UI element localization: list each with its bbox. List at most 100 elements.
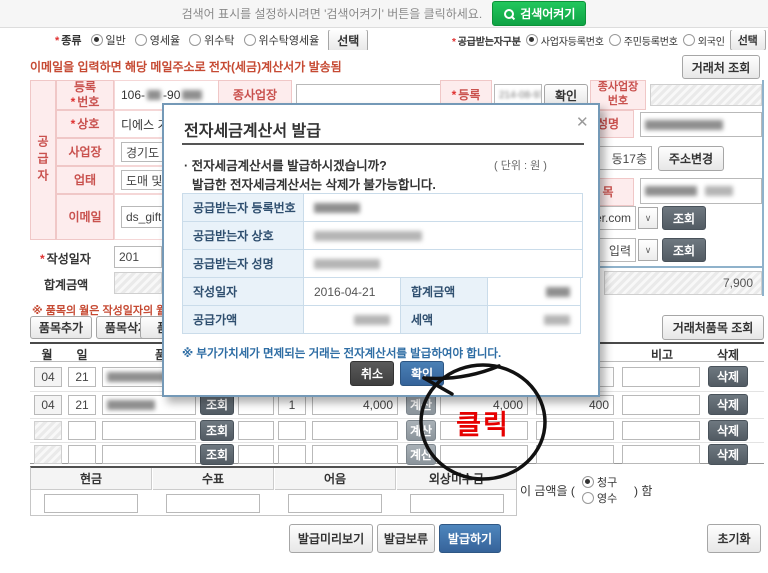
item4-name-input[interactable] [102, 445, 196, 464]
item1-day[interactable]: 21 [68, 367, 96, 387]
item2-day[interactable]: 21 [68, 395, 96, 415]
form-border-line [600, 266, 764, 268]
radio-receipt[interactable]: 영수 [582, 490, 617, 506]
item4-price-input[interactable] [312, 445, 398, 464]
item3-calc-button[interactable]: 계산 [406, 420, 436, 441]
item2-tax-input[interactable]: 400 [536, 395, 614, 415]
payment-bill-input[interactable] [288, 494, 382, 513]
kind-row: *종류 일반 영세율 위수탁 위수탁영세율 선택 [55, 30, 368, 50]
item3-supply-input[interactable] [440, 421, 528, 440]
amount-prefix: 이 금액을 ( [520, 482, 575, 499]
item4-tax-input[interactable] [536, 445, 614, 464]
close-icon[interactable] [576, 115, 589, 130]
item2-delete-button[interactable]: 삭제 [708, 394, 748, 415]
row-divider [30, 442, 764, 443]
item4-calc-button[interactable]: 계산 [406, 444, 436, 465]
email-notice: 이메일을 입력하면 해당 메일주소로 전자(세금)계산서가 발송됨 [30, 58, 342, 75]
radio-recipient-business[interactable]: 사업자등록번호 [526, 33, 604, 48]
item3-tax-input[interactable] [536, 421, 614, 440]
modal-confirm-button[interactable]: 확인 [400, 361, 444, 386]
radio-icon [582, 476, 594, 488]
item2-calc-button[interactable]: 계산 [406, 394, 436, 415]
recipient-sub-workplace-readonly [650, 84, 762, 106]
payment-check-input[interactable] [166, 494, 260, 513]
payment-credit-input[interactable] [410, 494, 504, 513]
item2-note-input[interactable] [622, 395, 700, 415]
radio-kind-zero-rate[interactable]: 영세율 [135, 32, 180, 48]
item2-lookup-button[interactable]: 조회 [200, 394, 234, 415]
radio-kind-consign-zero[interactable]: 위수탁영세율 [244, 32, 320, 48]
payment-header-cash: 현금 [31, 468, 152, 490]
item2-price-input[interactable]: 4,000 [312, 395, 398, 415]
item3-lookup-button[interactable]: 조회 [200, 420, 234, 441]
item1-month[interactable]: 04 [34, 367, 62, 387]
search-keyword-toggle-button[interactable]: 검색어켜기 [492, 1, 586, 26]
email-lookup-button-2[interactable]: 조회 [662, 238, 706, 262]
email-domain-dropdown[interactable] [638, 207, 658, 229]
row-divider [30, 418, 764, 419]
item4-spec-input[interactable] [238, 445, 274, 464]
item2-name-input[interactable] [102, 395, 196, 415]
item3-delete-button[interactable]: 삭제 [708, 420, 748, 441]
doc-date-input[interactable]: 201 [114, 246, 162, 268]
item3-qty-input[interactable] [278, 421, 306, 440]
modal-question: · 전자세금계산서를 발급하시겠습니까? [184, 155, 387, 174]
header-day: 일 [64, 346, 100, 363]
payment-cash-input[interactable] [44, 494, 138, 513]
payment-header-bill: 어음 [275, 468, 396, 490]
radio-icon [135, 34, 147, 46]
item3-note-input[interactable] [622, 421, 700, 440]
address-change-button[interactable]: 주소변경 [658, 146, 724, 171]
item3-name-input[interactable] [102, 421, 196, 440]
modal-footnote: ※ 부가가치세가 면제되는 거래는 전자계산서를 발급하여야 합니다. [182, 345, 501, 361]
redacted-value [705, 186, 733, 196]
item-add-button[interactable]: 품목추가 [30, 316, 92, 339]
radio-icon [244, 34, 256, 46]
modal-warning: 발급한 전자세금계산서는 삭제가 불가능합니다. [192, 174, 436, 193]
partner-item-lookup-button[interactable]: 거래처품목 조회 [662, 315, 764, 340]
email-direct-dropdown[interactable] [638, 239, 658, 261]
modal-cancel-button[interactable]: 취소 [350, 361, 394, 386]
recipient-type-label: *공급받는자구분 [452, 33, 521, 48]
payment-header-credit: 외상미수금 [397, 468, 516, 490]
item4-day[interactable] [68, 445, 96, 464]
reset-button[interactable]: 초기화 [707, 524, 761, 553]
issue-hold-button[interactable]: 발급보류 [377, 524, 435, 553]
partner-lookup-button[interactable]: 거래처 조회 [682, 55, 760, 79]
modal-unit-note: ( 단위 : 원 ) [494, 157, 547, 173]
issue-preview-button[interactable]: 발급미리보기 [289, 524, 373, 553]
radio-recipient-resident[interactable]: 주민등록번호 [609, 33, 678, 48]
recipient-select-button[interactable]: 선택 [730, 30, 766, 50]
radio-icon [91, 34, 103, 46]
modal-row-regno: 공급받는자 등록번호 [182, 193, 584, 222]
recipient-item-value [640, 178, 762, 204]
item3-day[interactable] [68, 421, 96, 440]
redacted-value [314, 231, 422, 241]
item4-lookup-button[interactable]: 조회 [200, 444, 234, 465]
radio-kind-consign[interactable]: 위수탁 [189, 32, 234, 48]
item2-supply-input[interactable]: 4,000 [440, 395, 528, 415]
item2-qty-input[interactable]: 1 [278, 395, 306, 415]
supplier-group-label: 공급자 [30, 80, 56, 240]
item4-delete-button[interactable]: 삭제 [708, 444, 748, 465]
doc-date-label: *작성일자 [40, 250, 91, 267]
item2-month[interactable]: 04 [34, 395, 62, 415]
item1-delete-button[interactable]: 삭제 [708, 366, 748, 387]
issue-button[interactable]: 발급하기 [439, 524, 501, 553]
radio-recipient-foreigner[interactable]: 외국인 [683, 33, 725, 48]
item4-qty-input[interactable] [278, 445, 306, 464]
header-note: 비고 [620, 346, 704, 363]
header-delete: 삭제 [704, 346, 752, 363]
item4-supply-input[interactable] [440, 445, 528, 464]
item3-spec-input[interactable] [238, 421, 274, 440]
redacted-value [645, 186, 697, 196]
radio-kind-normal[interactable]: 일반 [91, 32, 126, 48]
item4-note-input[interactable] [622, 445, 700, 464]
radio-claim[interactable]: 청구 [582, 474, 617, 490]
item3-price-input[interactable] [312, 421, 398, 440]
supplier-workplace-label: 사업장 [56, 138, 114, 166]
item2-spec-input[interactable] [238, 395, 274, 415]
item1-note-input[interactable] [622, 367, 700, 387]
kind-select-button[interactable]: 선택 [328, 30, 368, 50]
email-lookup-button[interactable]: 조회 [662, 206, 706, 230]
